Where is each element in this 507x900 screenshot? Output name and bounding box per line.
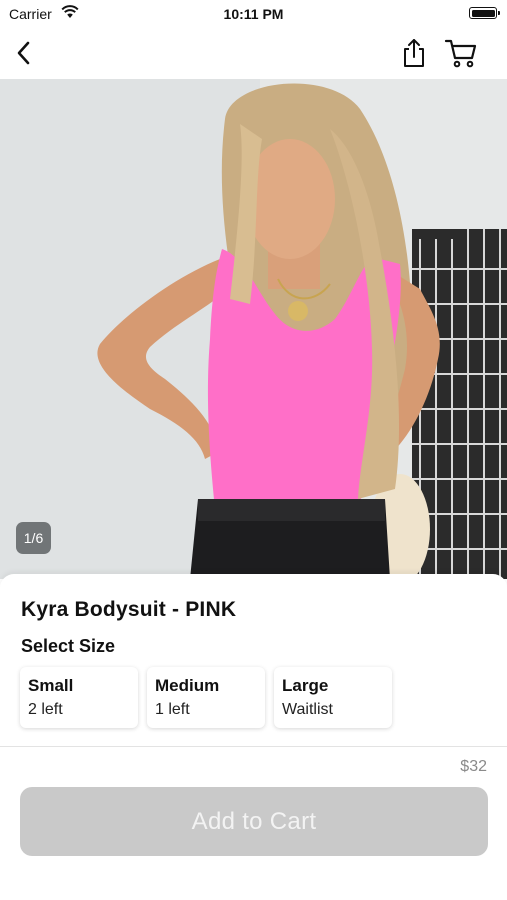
battery-icon	[469, 7, 500, 19]
clock: 10:11 PM	[223, 6, 284, 22]
product-photo	[0, 79, 507, 579]
product-title: Kyra Bodysuit - PINK	[21, 598, 237, 621]
nav-bar	[0, 28, 507, 78]
size-option-medium[interactable]: Medium 1 left	[147, 667, 265, 728]
size-heading: Select Size	[21, 636, 116, 656]
share-button[interactable]	[396, 35, 432, 71]
size-name: Small	[28, 676, 74, 695]
size-option-large[interactable]: Large Waitlist	[274, 667, 392, 728]
size-stock: 1 left	[155, 701, 190, 718]
price-label: $32	[460, 758, 487, 775]
add-to-cart-button[interactable]: Add to Cart	[20, 787, 488, 856]
size-stock: Waitlist	[282, 701, 333, 718]
size-stock: 2 left	[28, 701, 63, 718]
product-sheet: Kyra Bodysuit - PINK Select Size Small 2…	[0, 574, 507, 900]
size-name: Medium	[155, 676, 220, 695]
status-bar: Carrier 10:11 PM	[0, 0, 507, 28]
chevron-left-icon	[17, 41, 30, 65]
cart-icon	[444, 39, 477, 68]
cart-button[interactable]	[443, 35, 479, 71]
product-image[interactable]	[0, 79, 507, 579]
divider	[0, 746, 507, 747]
size-options: Small 2 left Medium 1 left Large Waitlis…	[20, 667, 392, 728]
image-pager-badge: 1/6	[16, 522, 51, 554]
back-button[interactable]	[6, 35, 42, 71]
share-icon	[404, 39, 424, 67]
size-name: Large	[282, 676, 329, 695]
size-option-small[interactable]: Small 2 left	[20, 667, 138, 728]
